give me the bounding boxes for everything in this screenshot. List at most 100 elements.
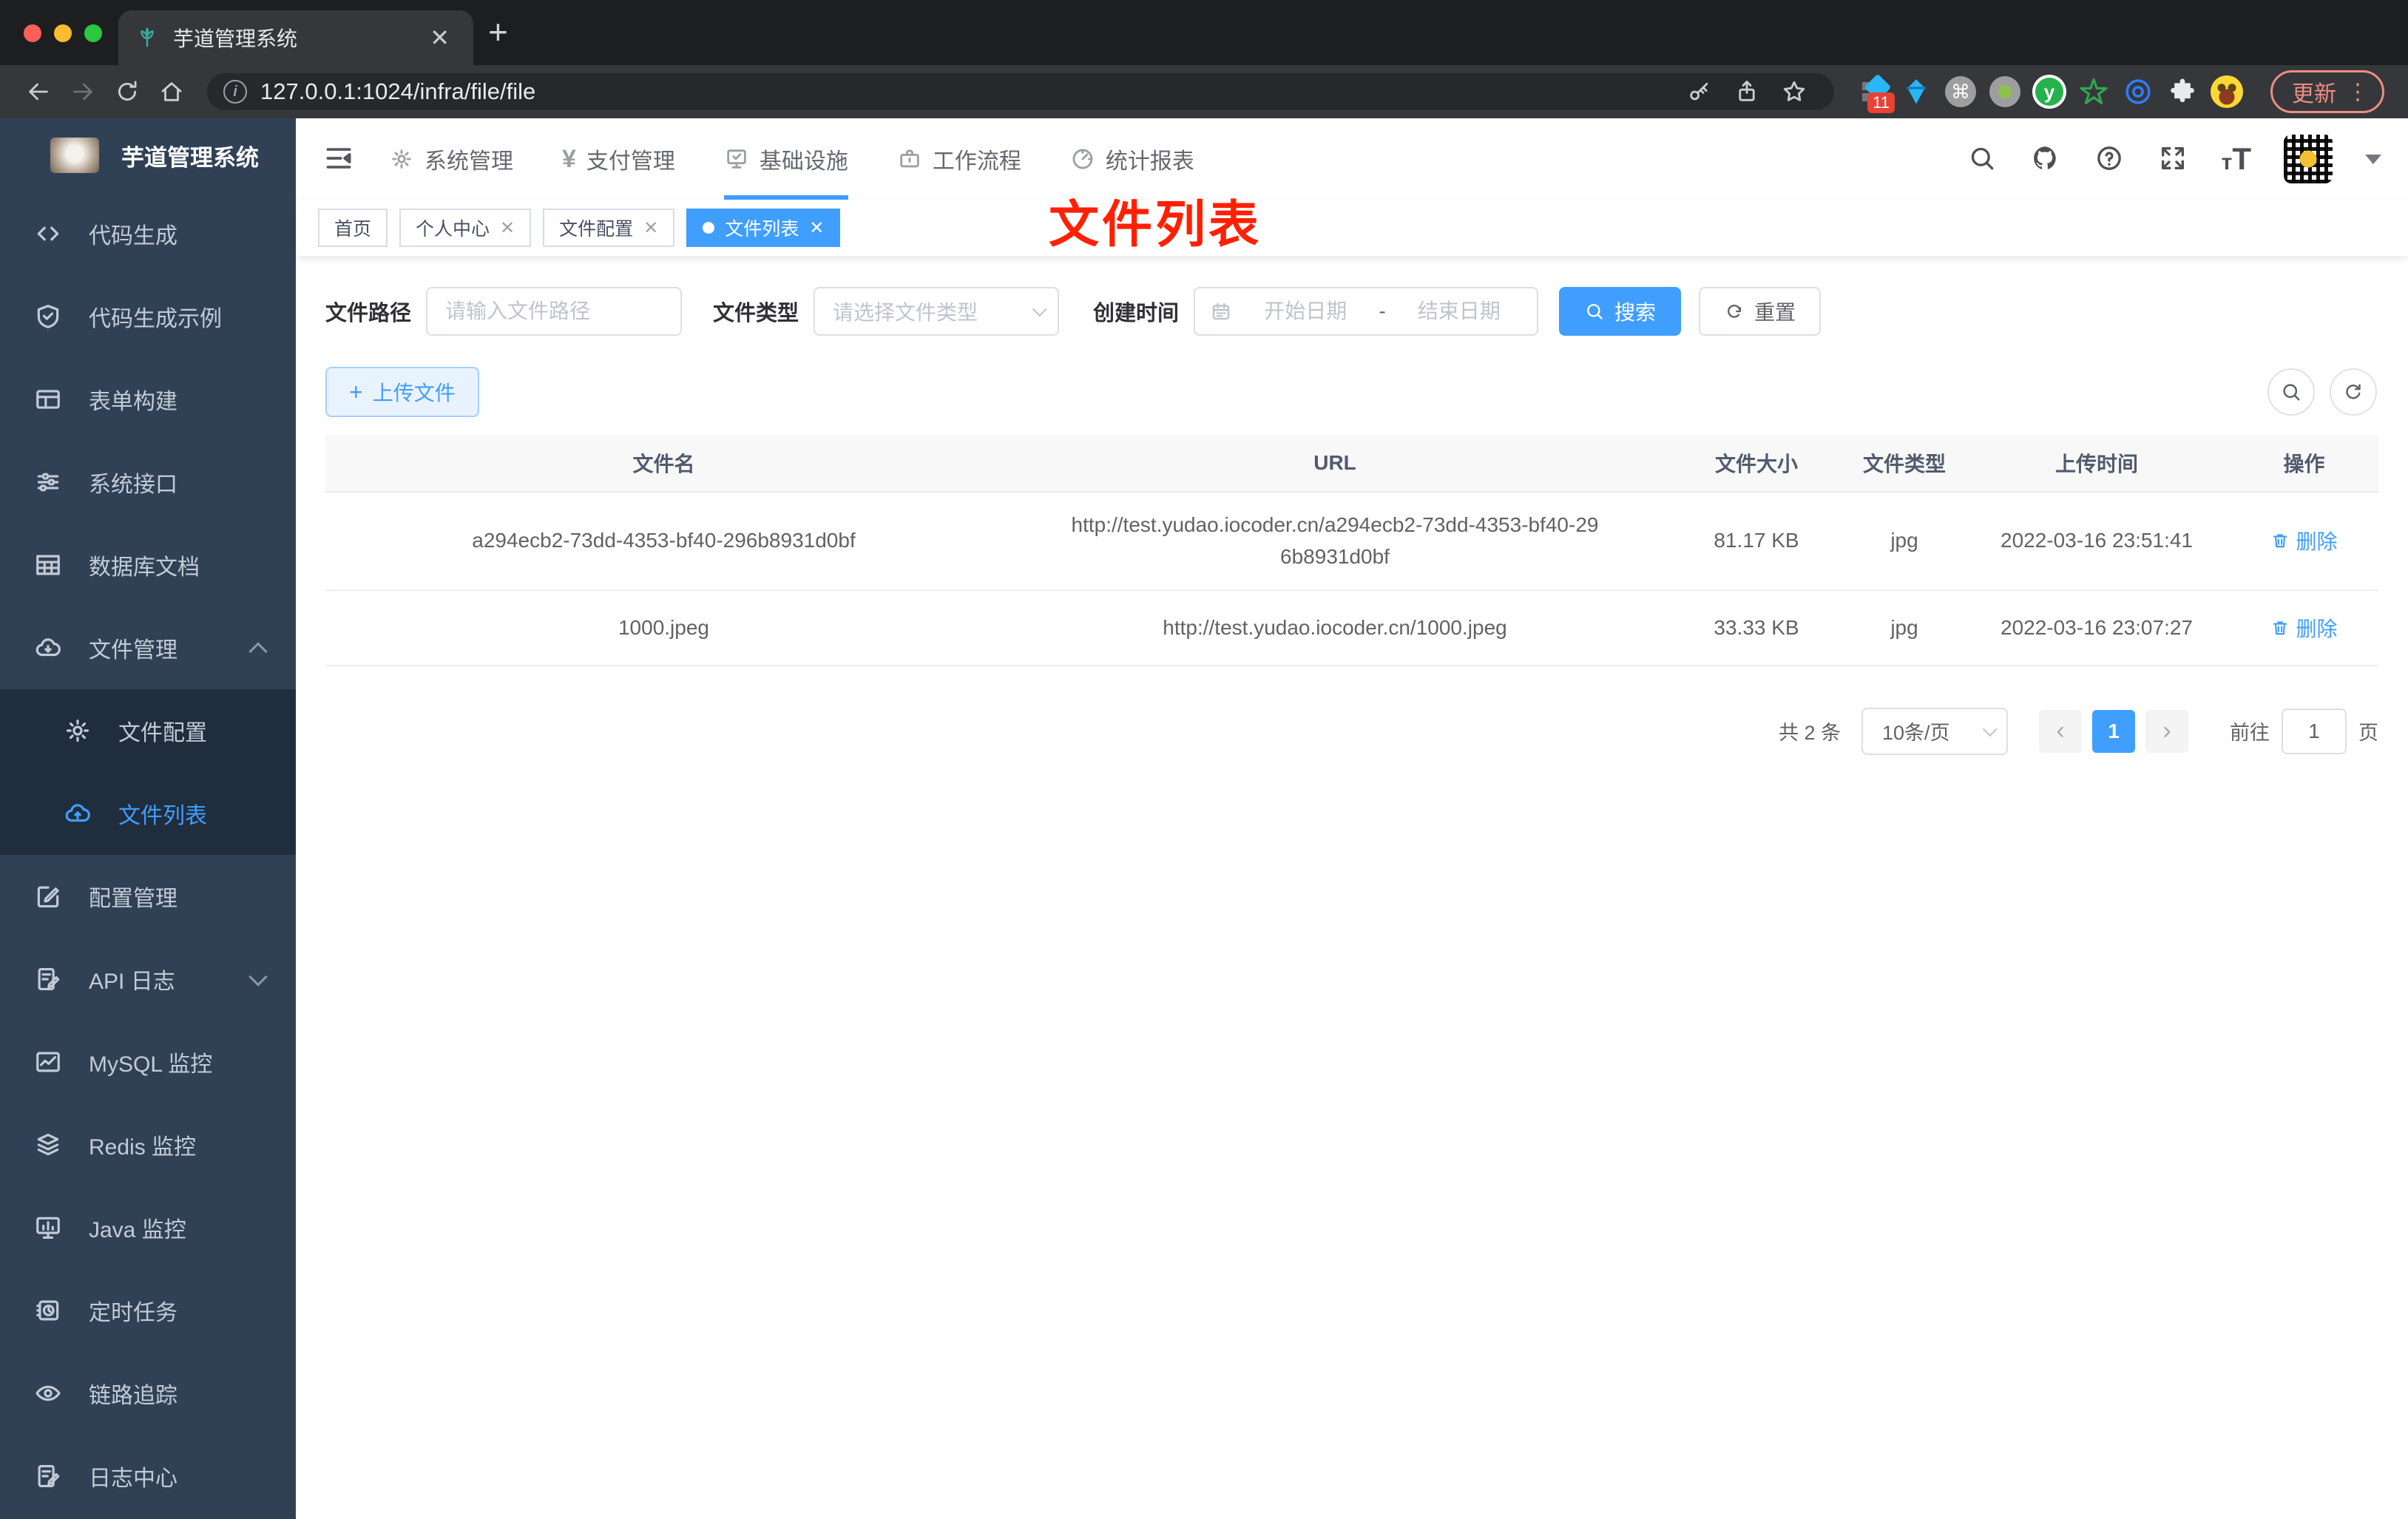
current-page-button[interactable]: 1 xyxy=(2092,709,2135,753)
tab-close-icon[interactable]: ✕ xyxy=(424,24,456,52)
topnav-item-workflow[interactable]: 工作流程 xyxy=(897,118,1021,200)
file-path-input[interactable] xyxy=(426,287,683,336)
window-minimize-button[interactable] xyxy=(54,24,72,42)
extension-eye-icon[interactable] xyxy=(2121,75,2155,109)
sidebar-item-api-log[interactable]: API 日志 xyxy=(0,938,296,1021)
cell-file-url: http://test.yudao.iocoder.cn/a294ecb2-73… xyxy=(1071,513,1599,569)
reload-button[interactable] xyxy=(111,75,143,108)
sidebar-item-scheduled-task[interactable]: 定时任务 xyxy=(0,1269,296,1352)
browser-menu-icon[interactable]: ⋮ xyxy=(2347,79,2369,105)
goto-label: 前往 xyxy=(2230,722,2270,745)
sidebar-item-file-list[interactable]: 文件列表 xyxy=(0,772,296,855)
url-bar[interactable]: i 127.0.0.1:1024/infra/file/file xyxy=(207,73,1834,110)
reset-button[interactable]: 重置 xyxy=(1699,287,1822,336)
search-icon xyxy=(1587,304,1603,319)
sidebar-item-config-manage[interactable]: 配置管理 xyxy=(0,855,296,938)
goto-page-input[interactable] xyxy=(2282,708,2347,754)
forward-button[interactable] xyxy=(67,75,99,108)
sidebar-logo[interactable]: 芋道管理系统 xyxy=(0,118,296,192)
tag-home[interactable]: 首页 xyxy=(318,209,388,247)
bookmark-star-icon[interactable] xyxy=(1778,75,1810,108)
help-icon[interactable] xyxy=(2094,143,2125,175)
github-icon[interactable] xyxy=(2031,143,2062,175)
tag-file-list[interactable]: 文件列表 ✕ xyxy=(686,209,841,247)
tag-profile[interactable]: 个人中心 ✕ xyxy=(399,209,532,247)
sidebar-item-redis-monitor[interactable]: Redis 监控 xyxy=(0,1103,296,1186)
sidebar-item-label: API 日志 xyxy=(89,970,175,994)
window-maximize-button[interactable] xyxy=(84,24,102,42)
refresh-table-button[interactable] xyxy=(2330,368,2377,416)
password-key-icon[interactable] xyxy=(1683,75,1716,108)
toggle-search-button[interactable] xyxy=(2267,368,2315,416)
extension-star-icon[interactable] xyxy=(2077,75,2111,109)
tag-close-icon[interactable]: ✕ xyxy=(809,217,824,239)
window-close-button[interactable] xyxy=(24,24,41,42)
search-button[interactable]: 搜索 xyxy=(1559,287,1682,336)
select-caret-icon xyxy=(1982,722,1998,737)
topnav-item-infra[interactable]: 基础设施 xyxy=(723,118,848,200)
page-size-select[interactable]: 10条/页 xyxy=(1861,707,2008,755)
file-type-label: 文件类型 xyxy=(713,302,799,325)
avatar-qr[interactable] xyxy=(2284,135,2333,183)
sidebar-item-file-config[interactable]: 文件配置 xyxy=(0,689,296,772)
extension-y-icon[interactable]: y xyxy=(2032,75,2066,109)
fullscreen-icon[interactable] xyxy=(2158,143,2189,175)
sidebar-item-system-api[interactable]: 系统接口 xyxy=(0,441,296,524)
sidebar-collapse-icon[interactable] xyxy=(322,142,356,176)
browser-update-button[interactable]: 更新 ⋮ xyxy=(2270,70,2384,113)
extension-command-icon[interactable]: ⌘ xyxy=(1944,75,1978,109)
profile-emoji-icon[interactable] xyxy=(2210,75,2244,109)
sidebar-item-file-manage[interactable]: 文件管理 xyxy=(0,606,296,689)
sidebar-item-trace[interactable]: 链路追踪 xyxy=(0,1352,296,1435)
refresh-icon xyxy=(2346,384,2361,399)
site-info-icon[interactable]: i xyxy=(223,80,247,104)
url-text[interactable]: 127.0.0.1:1024/infra/file/file xyxy=(260,78,1676,105)
user-dropdown-caret-icon[interactable] xyxy=(2365,154,2381,164)
next-page-button[interactable]: › xyxy=(2145,709,2188,753)
sidebar-item-label: 链路追踪 xyxy=(89,1384,177,1408)
topnav-label: 基础设施 xyxy=(759,149,848,174)
font-size-icon[interactable]: тT xyxy=(2222,141,2251,177)
new-tab-button[interactable]: + xyxy=(488,12,508,52)
sidebar-item-mysql-monitor[interactable]: MySQL 监控 xyxy=(0,1021,296,1103)
delete-button[interactable]: 删除 xyxy=(2270,526,2338,555)
sidebar-item-label: Java 监控 xyxy=(89,1218,186,1242)
topnav-item-system[interactable]: 系统管理 xyxy=(389,118,513,200)
sidebar-item-code-gen[interactable]: 代码生成 xyxy=(0,192,296,275)
tag-label: 文件列表 xyxy=(725,219,799,240)
extension-tampermonkey-icon[interactable]: 11 xyxy=(1855,73,1895,113)
page-content: 文件路径 文件类型 请选择文件类型 创建时间 - xyxy=(296,256,2408,755)
start-date-input[interactable] xyxy=(1242,300,1369,323)
extensions-puzzle-icon[interactable] xyxy=(2165,75,2199,109)
delete-button[interactable]: 删除 xyxy=(2270,613,2338,643)
date-range-picker[interactable]: - xyxy=(1194,287,1539,336)
col-header-size: 文件大小 xyxy=(1714,453,1798,476)
sidebar-item-log-center[interactable]: 日志中心 xyxy=(0,1435,296,1518)
layers-icon xyxy=(37,1133,59,1156)
tag-file-config[interactable]: 文件配置 ✕ xyxy=(543,209,675,247)
search-icon[interactable] xyxy=(1967,143,1998,175)
tags-view-bar: 首页 个人中心 ✕ 文件配置 ✕ 文件列表 ✕ xyxy=(296,200,2408,256)
tag-close-icon[interactable]: ✕ xyxy=(643,217,658,239)
sidebar-item-code-demo[interactable]: 代码生成示例 xyxy=(0,275,296,358)
window-controls[interactable] xyxy=(24,24,102,42)
upload-file-button[interactable]: + 上传文件 xyxy=(325,367,479,417)
share-icon[interactable] xyxy=(1731,75,1763,108)
tag-close-icon[interactable]: ✕ xyxy=(500,217,515,239)
back-button[interactable] xyxy=(22,75,55,108)
extension-gem-icon[interactable] xyxy=(1899,75,1933,109)
file-type-select[interactable]: 请选择文件类型 xyxy=(814,287,1060,336)
goto-page-input-field[interactable] xyxy=(2283,719,2345,743)
end-date-input[interactable] xyxy=(1396,300,1523,323)
topnav-item-payment[interactable]: ¥ 支付管理 xyxy=(562,118,675,200)
browser-tab[interactable]: 芋道管理系统 ✕ xyxy=(118,10,473,65)
file-path-input-field[interactable] xyxy=(445,300,663,323)
sidebar-item-java-monitor[interactable]: Java 监控 xyxy=(0,1186,296,1269)
extension-dot-icon[interactable] xyxy=(1988,75,2022,109)
prev-page-button[interactable]: ‹ xyxy=(2039,709,2082,753)
sidebar-item-form-builder[interactable]: 表单构建 xyxy=(0,358,296,441)
home-button[interactable] xyxy=(155,75,188,108)
sidebar-item-db-doc[interactable]: 数据库文档 xyxy=(0,524,296,606)
cell-file-url: http://test.yudao.iocoder.cn/1000.jpeg xyxy=(1163,616,1507,640)
table-row: a294ecb2-73dd-4353-bf40-296b8931d0bf htt… xyxy=(325,493,2378,591)
